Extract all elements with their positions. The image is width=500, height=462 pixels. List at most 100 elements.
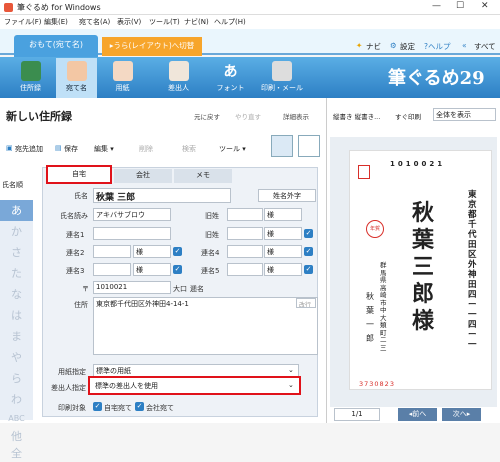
kana-index-item[interactable]: ま <box>0 326 33 347</box>
name-field[interactable]: 秋葉 三郎 <box>93 188 231 203</box>
ribbon-address-book[interactable]: 住所録 <box>10 58 51 98</box>
line-break-button[interactable]: 改行 <box>296 298 316 308</box>
zip-digit: 1 <box>405 160 414 168</box>
kana-index-item[interactable]: な <box>0 284 33 305</box>
recipient-name: 秋葉三郎様 <box>412 201 435 334</box>
renmei1-field[interactable] <box>93 227 171 240</box>
menu-address[interactable]: 宛て名(A) <box>79 17 110 27</box>
ribbon-font[interactable]: あフォント <box>210 58 251 98</box>
ribbon-print-mail[interactable]: 印刷・メール <box>258 58 306 98</box>
yomi-field[interactable]: アキバサブロウ <box>93 208 171 221</box>
recipient-address: 東京都千代田区外神田四ー一四ー一 <box>468 190 477 350</box>
prev-page-button[interactable]: ◂前へ <box>398 408 437 421</box>
maximize-icon[interactable]: ☐ <box>456 1 464 11</box>
edit-menu-button[interactable]: 編集 ▾ <box>94 144 114 154</box>
switch-layout-button[interactable]: ▸うら(レイアウト)へ切替 <box>102 37 202 56</box>
renmei2-checkbox[interactable]: ✓ <box>173 247 182 256</box>
ribbon-label: フォント <box>216 84 245 92</box>
home-checkbox[interactable]: ✓ <box>93 402 102 411</box>
settings-link[interactable]: 設定 <box>400 41 415 52</box>
renmei5-field[interactable] <box>227 263 263 276</box>
renmei4-field[interactable] <box>227 245 263 258</box>
undo-button[interactable]: 元に戻す <box>194 111 220 121</box>
old-surname-label: 旧姓 <box>205 212 219 220</box>
zip-digit: 0 <box>397 160 406 168</box>
renmei2-field[interactable] <box>93 245 131 258</box>
chevron-down-icon: ⌄ <box>288 366 294 374</box>
font-icon: あ <box>223 64 238 80</box>
zip-digit: 1 <box>390 160 398 168</box>
kana-index-item[interactable]: 全 <box>0 445 33 462</box>
paper-icon <box>112 61 133 81</box>
kana-index-item[interactable]: や <box>0 347 33 368</box>
renmei5-checkbox[interactable]: ✓ <box>304 265 313 274</box>
kana-index-item[interactable]: あ <box>0 200 33 221</box>
add-contact-button[interactable]: 宛先追加 <box>15 144 43 154</box>
redo-button[interactable]: やり直す <box>235 111 261 121</box>
kana-index-item[interactable]: た <box>0 263 33 284</box>
menu-tools[interactable]: ツール(T) <box>149 17 180 27</box>
close-icon[interactable]: ✕ <box>481 1 489 11</box>
tab-company[interactable]: 会社 <box>114 169 172 183</box>
sender-select[interactable]: 標準の差出人を使用 <box>88 376 301 395</box>
kana-index-item[interactable]: は <box>0 305 33 326</box>
kana-index-item[interactable]: か <box>0 221 33 242</box>
old-surname2-checkbox[interactable]: ✓ <box>304 229 313 238</box>
old-surname2-field[interactable] <box>227 227 263 240</box>
name-gaiji-button[interactable]: 姓名外字 <box>258 189 316 202</box>
ribbon-sender[interactable]: 差出人 <box>158 58 199 98</box>
menu-navi[interactable]: ナビ(N) <box>184 17 209 27</box>
list-view-button[interactable] <box>298 135 320 157</box>
postal-code-field[interactable]: 1010021 <box>93 281 171 294</box>
kana-index-item[interactable]: ら <box>0 368 33 389</box>
sort-order-button[interactable]: 氏名順 <box>2 180 23 190</box>
renmei3-field[interactable] <box>93 263 131 276</box>
kana-index-item[interactable]: さ <box>0 242 33 263</box>
card-view-button[interactable] <box>271 135 293 157</box>
tab-addressee[interactable]: おもて(宛て名) <box>14 35 98 57</box>
renmei2-honorific-select[interactable]: 様 <box>133 245 171 258</box>
search-button[interactable]: 検索 <box>182 144 196 154</box>
ribbon-addressee[interactable]: 宛て名 <box>56 58 97 98</box>
kana-index-item[interactable]: ABC <box>0 410 33 428</box>
tab-home[interactable]: 自宅 <box>46 165 112 184</box>
delete-button[interactable]: 削除 <box>139 144 153 154</box>
kana-index-item[interactable]: 他 <box>0 428 33 445</box>
menu-edit[interactable]: 編集(E) <box>44 17 68 27</box>
all-link[interactable]: すべて <box>474 41 496 52</box>
renmei4-checkbox[interactable]: ✓ <box>304 247 313 256</box>
navi-link[interactable]: ナビ <box>366 41 381 52</box>
menu-view[interactable]: 表示(V) <box>117 17 141 27</box>
menu-file[interactable]: ファイル(F) <box>4 17 42 27</box>
save-button[interactable]: 保存 <box>64 144 78 154</box>
address-name-label: 逓名 <box>190 285 204 293</box>
renmei3-label: 連名3 <box>66 267 85 275</box>
next-page-button[interactable]: 次へ▸ <box>442 408 481 421</box>
kana-index-item[interactable]: わ <box>0 389 33 410</box>
renmei5-honorific-select[interactable]: 様 <box>264 263 302 276</box>
renmei5-label: 連名5 <box>201 267 220 275</box>
minimize-icon[interactable]: — <box>432 1 441 11</box>
menu-help[interactable]: ヘルプ(H) <box>214 17 246 27</box>
postal-digits: 1010021 <box>390 160 480 170</box>
quick-print-button[interactable]: すぐ印刷 <box>395 111 421 121</box>
company-checkbox-label: 会社宛て <box>146 404 174 412</box>
renmei3-checkbox[interactable]: ✓ <box>173 265 182 274</box>
detail-view-button[interactable]: 詳細表示 <box>283 111 309 121</box>
address-field[interactable]: 東京都千代田区外神田4-14-1 <box>93 297 318 355</box>
tools-menu-button[interactable]: ツール ▾ <box>219 144 246 154</box>
address-book-title: 新しい住所録 <box>6 110 72 123</box>
save-icon: ▤ <box>55 144 62 152</box>
old-surname-honorific-select[interactable]: 様 <box>264 208 302 221</box>
help-link[interactable]: ?ヘルプ <box>424 41 450 52</box>
ribbon-paper[interactable]: 用紙 <box>102 58 143 98</box>
zip-digit: 0 <box>413 160 422 168</box>
tab-memo[interactable]: メモ <box>174 169 232 183</box>
old-surname-field[interactable] <box>227 208 263 221</box>
writing-mode-button[interactable]: 縦書き 縦書き... <box>333 111 380 121</box>
company-checkbox[interactable]: ✓ <box>135 402 144 411</box>
display-range-select[interactable]: 全体を表示 <box>433 108 496 121</box>
renmei4-honorific-select[interactable]: 様 <box>264 245 302 258</box>
renmei3-honorific-select[interactable]: 様 <box>133 263 171 276</box>
old-surname2-honorific-select[interactable]: 様 <box>264 227 302 240</box>
